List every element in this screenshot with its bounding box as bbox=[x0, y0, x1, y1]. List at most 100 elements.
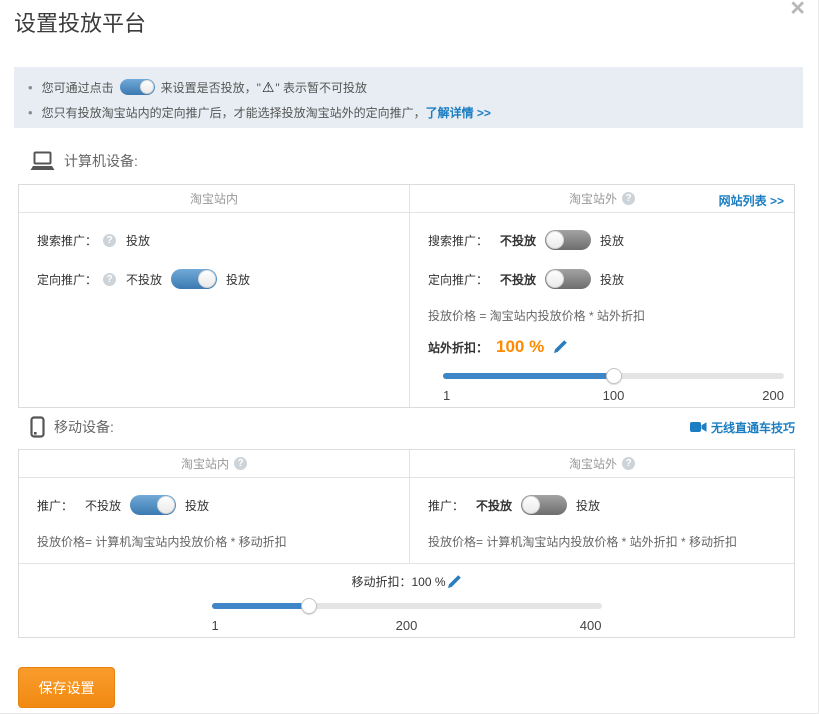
search-promo-row: 搜索推广： 不投放 投放 bbox=[428, 229, 794, 251]
tick-mid: 200 bbox=[396, 618, 418, 633]
help-icon[interactable]: ? bbox=[103, 234, 116, 247]
tick-min: 1 bbox=[443, 388, 450, 403]
slider-fill bbox=[443, 373, 614, 379]
computer-offsite-cell: 搜索推广： 不投放 投放 定向推广： 不投放 投放 投放价格 = 淘宝站内 bbox=[410, 213, 794, 407]
header-label: 淘宝站外 bbox=[569, 190, 617, 207]
header-label: 淘宝站内 bbox=[181, 455, 229, 472]
search-promo-control: 不投放 投放 bbox=[500, 230, 624, 250]
edit-pencil-icon[interactable] bbox=[446, 574, 462, 590]
smartphone-icon bbox=[30, 416, 45, 438]
save-settings-button[interactable]: 保存设置 bbox=[18, 667, 115, 708]
help-icon[interactable]: ? bbox=[622, 457, 635, 470]
learn-more-link[interactable]: 了解详情 >> bbox=[426, 104, 491, 121]
mobile-onsite-cell: 推广： 不投放 投放 投放价格= 计算机淘宝站内投放价格 * 移动折扣 bbox=[19, 478, 410, 563]
notice-text: 您可通过点击 bbox=[42, 79, 114, 96]
page-title: 设置投放平台 bbox=[14, 6, 146, 38]
off-label: 不投放 bbox=[500, 232, 536, 249]
toggle-knob bbox=[546, 270, 564, 288]
offsite-target-toggle[interactable] bbox=[545, 269, 591, 289]
example-toggle-icon bbox=[120, 79, 155, 95]
notice-line-2: • 您只有投放淘宝站内的定向推广后，才能选择投放淘宝站外的定向推广， 了解详情 … bbox=[28, 101, 803, 123]
slider-handle[interactable] bbox=[301, 598, 317, 614]
mobile-onsite-formula: 投放价格= 计算机淘宝站内投放价格 * 移动折扣 bbox=[37, 533, 409, 550]
mobile-offsite-cell: 推广： 不投放 投放 投放价格= 计算机淘宝站内投放价格 * 站外折扣 * 移动… bbox=[410, 478, 794, 563]
computer-table-header: 淘宝站内 淘宝站外 ? 网站列表 >> bbox=[19, 185, 794, 213]
target-promo-control: 不投放 投放 bbox=[500, 269, 624, 289]
help-icon[interactable]: ? bbox=[103, 273, 116, 286]
mobile-offsite-formula: 投放价格= 计算机淘宝站内投放价格 * 站外折扣 * 移动折扣 bbox=[428, 533, 794, 550]
on-label: 投放 bbox=[226, 271, 250, 288]
toggle-knob bbox=[546, 231, 564, 249]
target-promo-label: 定向推广： bbox=[37, 271, 97, 288]
on-label: 投放 bbox=[576, 497, 600, 514]
mobile-discount-value: 100 % bbox=[411, 575, 445, 589]
search-promo-label: 搜索推广： bbox=[37, 232, 97, 249]
onsite-target-toggle[interactable] bbox=[171, 269, 217, 289]
slider-handle[interactable] bbox=[606, 368, 622, 384]
bullet-icon: • bbox=[28, 105, 33, 120]
search-promo-label: 搜索推广： bbox=[428, 232, 488, 249]
search-promo-row: 搜索推广： ? 投放 bbox=[37, 229, 409, 251]
offsite-search-toggle[interactable] bbox=[545, 230, 591, 250]
bullet-icon: • bbox=[28, 80, 33, 95]
offsite-discount-label: 站外折扣： bbox=[428, 339, 488, 356]
on-label: 投放 bbox=[185, 497, 209, 514]
target-promo-label: 定向推广： bbox=[428, 271, 488, 288]
mobile-discount-label: 移动折扣： bbox=[351, 573, 411, 590]
slider-track[interactable] bbox=[443, 373, 784, 379]
target-promo-row: 定向推广： ? 不投放 投放 bbox=[37, 268, 409, 290]
off-label: 不投放 bbox=[476, 497, 512, 514]
off-label: 不投放 bbox=[85, 497, 121, 514]
help-icon[interactable]: ? bbox=[622, 192, 635, 205]
promo-control: 不投放 投放 bbox=[85, 495, 209, 515]
promo-label: 推广： bbox=[37, 497, 73, 514]
promo-row: 推广： 不投放 投放 bbox=[37, 494, 409, 516]
site-list-link[interactable]: 网站列表 >> bbox=[719, 192, 784, 209]
toggle-knob bbox=[198, 270, 216, 288]
mobile-table-header: 淘宝站内 ? 淘宝站外 ? bbox=[19, 450, 794, 478]
notice-box: • 您可通过点击 来设置是否投放，" ⚠ " 表示暂不可投放 • 您只有投放淘宝… bbox=[14, 67, 803, 128]
computer-onsite-cell: 搜索推广： ? 投放 定向推广： ? 不投放 投放 bbox=[19, 213, 410, 407]
notice-text: 您只有投放淘宝站内的定向推广后，才能选择投放淘宝站外的定向推广， bbox=[42, 104, 426, 121]
notice-text: 来设置是否投放，" bbox=[161, 79, 261, 96]
video-camera-icon bbox=[690, 421, 707, 433]
header-taobao-offsite: 淘宝站外 ? bbox=[410, 450, 794, 477]
offsite-discount-slider[interactable]: 1 100 200 bbox=[443, 373, 784, 404]
toggle-knob bbox=[522, 496, 540, 514]
computer-icon bbox=[30, 151, 55, 172]
tick-max: 200 bbox=[762, 388, 784, 403]
promo-control: 不投放 投放 bbox=[476, 495, 600, 515]
search-promo-state: 投放 bbox=[126, 232, 150, 249]
close-icon[interactable]: × bbox=[790, 0, 805, 21]
offsite-discount-line: 站外折扣： 100 % bbox=[428, 337, 794, 357]
slider-track[interactable] bbox=[212, 603, 602, 609]
header-taobao-offsite: 淘宝站外 ? 网站列表 >> bbox=[410, 185, 794, 212]
computer-section-title: 计算机设备: bbox=[64, 151, 138, 171]
notice-text: " 表示暂不可投放 bbox=[275, 79, 367, 96]
slider-ticks: 1 200 400 bbox=[212, 618, 602, 634]
wireless-tips-label: 无线直通车技巧 bbox=[711, 419, 795, 436]
tick-min: 1 bbox=[212, 618, 219, 633]
edit-pencil-icon[interactable] bbox=[552, 339, 568, 355]
wireless-tips-link[interactable]: 无线直通车技巧 bbox=[690, 419, 795, 436]
set-platform-dialog: × 设置投放平台 • 您可通过点击 来设置是否投放，" ⚠ " 表示暂不可投放 … bbox=[0, 0, 819, 714]
target-promo-row: 定向推广： 不投放 投放 bbox=[428, 268, 794, 290]
mobile-discount-slider[interactable]: 1 200 400 bbox=[212, 603, 602, 634]
offsite-price-formula: 投放价格 = 淘宝站内投放价格 * 站外折扣 bbox=[428, 307, 794, 324]
promo-row: 推广： 不投放 投放 bbox=[428, 494, 794, 516]
offsite-discount-value: 100 % bbox=[496, 337, 544, 357]
target-promo-control: 不投放 投放 bbox=[126, 269, 250, 289]
mobile-section-header: 移动设备: 无线直通车技巧 bbox=[18, 414, 795, 440]
mobile-discount-row: 移动折扣： 100 % 1 200 400 bbox=[19, 563, 794, 637]
tick-max: 400 bbox=[580, 618, 602, 633]
mobile-discount-line: 移动折扣： 100 % bbox=[19, 573, 794, 590]
promo-label: 推广： bbox=[428, 497, 464, 514]
header-label: 淘宝站外 bbox=[569, 455, 617, 472]
mobile-offsite-toggle[interactable] bbox=[521, 495, 567, 515]
slider-fill bbox=[212, 603, 310, 609]
mobile-onsite-toggle[interactable] bbox=[130, 495, 176, 515]
mobile-section-title: 移动设备: bbox=[54, 417, 114, 437]
mobile-table: 淘宝站内 ? 淘宝站外 ? 推广： 不投放 投放 bbox=[18, 449, 795, 638]
help-icon[interactable]: ? bbox=[234, 457, 247, 470]
toggle-knob bbox=[140, 80, 154, 94]
